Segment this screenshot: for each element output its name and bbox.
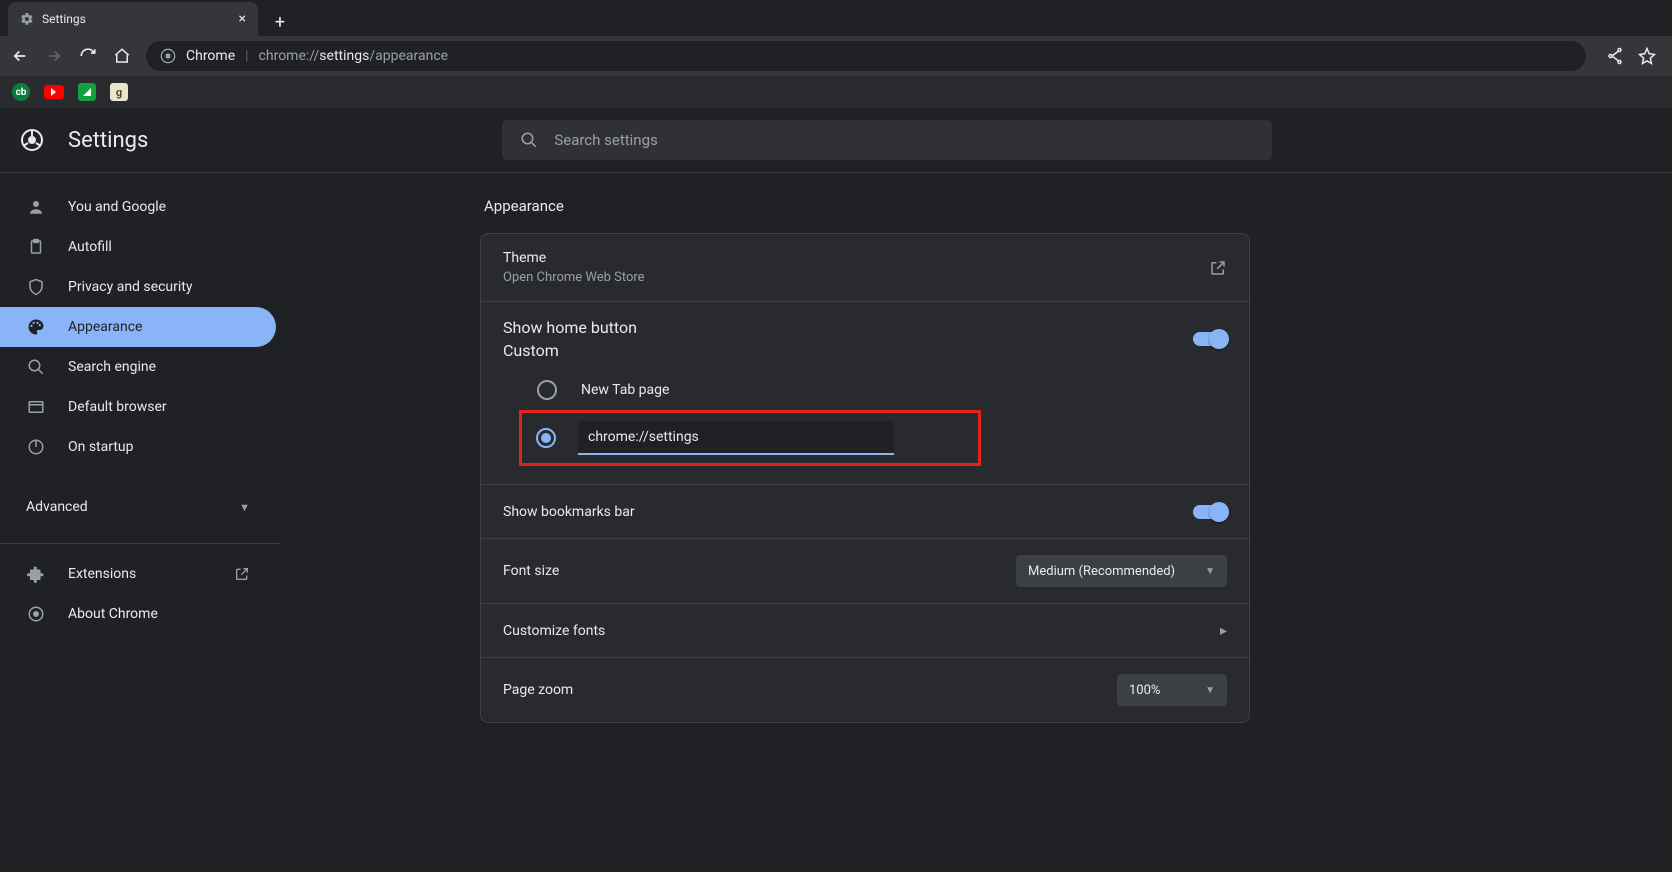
highlighted-custom-url	[519, 410, 981, 466]
radio-icon[interactable]	[537, 380, 557, 400]
radio-label: New Tab page	[581, 382, 669, 398]
chrome-icon	[26, 605, 46, 623]
chrome-icon	[160, 48, 176, 64]
search-icon	[520, 131, 538, 149]
radio-icon[interactable]	[536, 428, 556, 448]
divider	[0, 543, 280, 544]
chevron-down-icon: ▼	[239, 501, 250, 514]
sidebar-item-label: Advanced	[26, 499, 88, 515]
origin-label: Chrome	[186, 48, 235, 64]
sidebar-item-about[interactable]: About Chrome	[0, 594, 280, 634]
sidebar-item-label: You and Google	[68, 199, 166, 215]
font-size-select[interactable]: Medium (Recommended) ▼	[1016, 555, 1227, 587]
gear-icon	[20, 12, 34, 26]
select-value: 100%	[1129, 683, 1160, 698]
sidebar-item-search-engine[interactable]: Search engine	[0, 347, 280, 387]
custom-url-input[interactable]	[578, 421, 894, 455]
bookmarks-bar-row: Show bookmarks bar	[481, 485, 1249, 539]
search-settings[interactable]	[502, 120, 1272, 160]
person-icon	[26, 198, 46, 216]
browser-tab[interactable]: Settings ×	[8, 2, 258, 36]
chevron-down-icon: ▼	[1205, 685, 1215, 696]
tab-title: Settings	[42, 12, 231, 26]
sidebar-item-label: Appearance	[68, 319, 142, 335]
sidebar-item-label: About Chrome	[68, 606, 158, 622]
search-input[interactable]	[554, 131, 1254, 149]
browser-icon	[26, 398, 46, 416]
sidebar-item-autofill[interactable]: Autofill	[0, 227, 280, 267]
bookmark-star-icon[interactable]	[1638, 47, 1656, 65]
open-external-icon	[234, 566, 250, 582]
row-title: Show bookmarks bar	[503, 504, 635, 520]
toggle-bookmarks-bar[interactable]	[1193, 505, 1227, 519]
close-icon[interactable]: ×	[239, 11, 246, 27]
main-content: Appearance Theme Open Chrome Web Store S…	[280, 173, 1672, 872]
row-title: Theme	[503, 250, 645, 266]
sidebar-item-label: Search engine	[68, 359, 156, 375]
theme-row[interactable]: Theme Open Chrome Web Store	[481, 234, 1249, 302]
bookmark-item[interactable]	[78, 83, 96, 101]
bookmark-item[interactable]: cb	[12, 83, 30, 101]
sidebar-item-label: Default browser	[68, 399, 167, 415]
chevron-right-icon: ▸	[1220, 623, 1227, 639]
url-display: chrome://settings/appearance	[259, 48, 449, 64]
clipboard-icon	[26, 238, 46, 256]
search-icon	[26, 358, 46, 376]
sidebar-item-advanced[interactable]: Advanced ▼	[0, 487, 280, 527]
sidebar-item-appearance[interactable]: Appearance	[0, 307, 276, 347]
sidebar-item-extensions[interactable]: Extensions	[0, 554, 280, 594]
settings-page: Settings You and Google Autofill Privacy…	[0, 108, 1672, 872]
select-value: Medium (Recommended)	[1028, 564, 1175, 579]
share-icon[interactable]	[1606, 47, 1624, 65]
row-subtitle: Open Chrome Web Store	[503, 270, 645, 285]
page-zoom-row: Page zoom 100% ▼	[481, 658, 1249, 722]
back-button[interactable]	[10, 46, 30, 66]
sidebar-item-privacy[interactable]: Privacy and security	[0, 267, 280, 307]
power-icon	[26, 438, 46, 456]
shield-icon	[26, 278, 46, 296]
sidebar-item-you-and-google[interactable]: You and Google	[0, 187, 280, 227]
page-header: Settings	[0, 108, 1672, 172]
sidebar-item-default-browser[interactable]: Default browser	[0, 387, 280, 427]
radio-new-tab[interactable]: New Tab page	[503, 370, 1227, 410]
open-external-icon	[1209, 259, 1227, 277]
home-button-block: Show home button Custom New Tab page	[481, 302, 1249, 485]
row-title: Font size	[503, 563, 559, 579]
row-title: Page zoom	[503, 682, 573, 698]
bookmark-item[interactable]	[44, 85, 64, 99]
tab-strip: Settings × +	[0, 0, 1672, 36]
home-button[interactable]	[112, 46, 132, 66]
puzzle-icon	[26, 565, 46, 583]
sidebar-item-label: Autofill	[68, 239, 112, 255]
palette-icon	[26, 318, 46, 336]
toggle-home-button[interactable]	[1193, 332, 1227, 346]
font-size-row: Font size Medium (Recommended) ▼	[481, 539, 1249, 604]
section-title: Appearance	[484, 197, 1672, 215]
chrome-logo-icon	[20, 128, 44, 152]
address-bar[interactable]: Chrome | chrome://settings/appearance	[146, 41, 1586, 71]
bookmarks-bar: cb g	[0, 76, 1672, 108]
reload-button[interactable]	[78, 46, 98, 66]
forward-button[interactable]	[44, 46, 64, 66]
customize-fonts-row[interactable]: Customize fonts ▸	[481, 604, 1249, 658]
browser-toolbar: Chrome | chrome://settings/appearance	[0, 36, 1672, 76]
sidebar-item-on-startup[interactable]: On startup	[0, 427, 280, 467]
bookmark-item[interactable]: g	[110, 83, 128, 101]
row-subtitle: Custom	[503, 341, 637, 360]
new-tab-button[interactable]: +	[266, 8, 294, 36]
sidebar: You and Google Autofill Privacy and secu…	[0, 173, 280, 872]
appearance-card: Theme Open Chrome Web Store Show home bu…	[480, 233, 1250, 723]
page-zoom-select[interactable]: 100% ▼	[1117, 674, 1227, 706]
separator: |	[245, 48, 248, 64]
sidebar-item-label: Extensions	[68, 566, 136, 582]
row-title: Show home button	[503, 318, 637, 337]
sidebar-item-label: Privacy and security	[68, 279, 192, 295]
page-title: Settings	[68, 128, 148, 153]
row-title: Customize fonts	[503, 623, 605, 639]
sidebar-item-label: On startup	[68, 439, 134, 455]
chevron-down-icon: ▼	[1205, 566, 1215, 577]
